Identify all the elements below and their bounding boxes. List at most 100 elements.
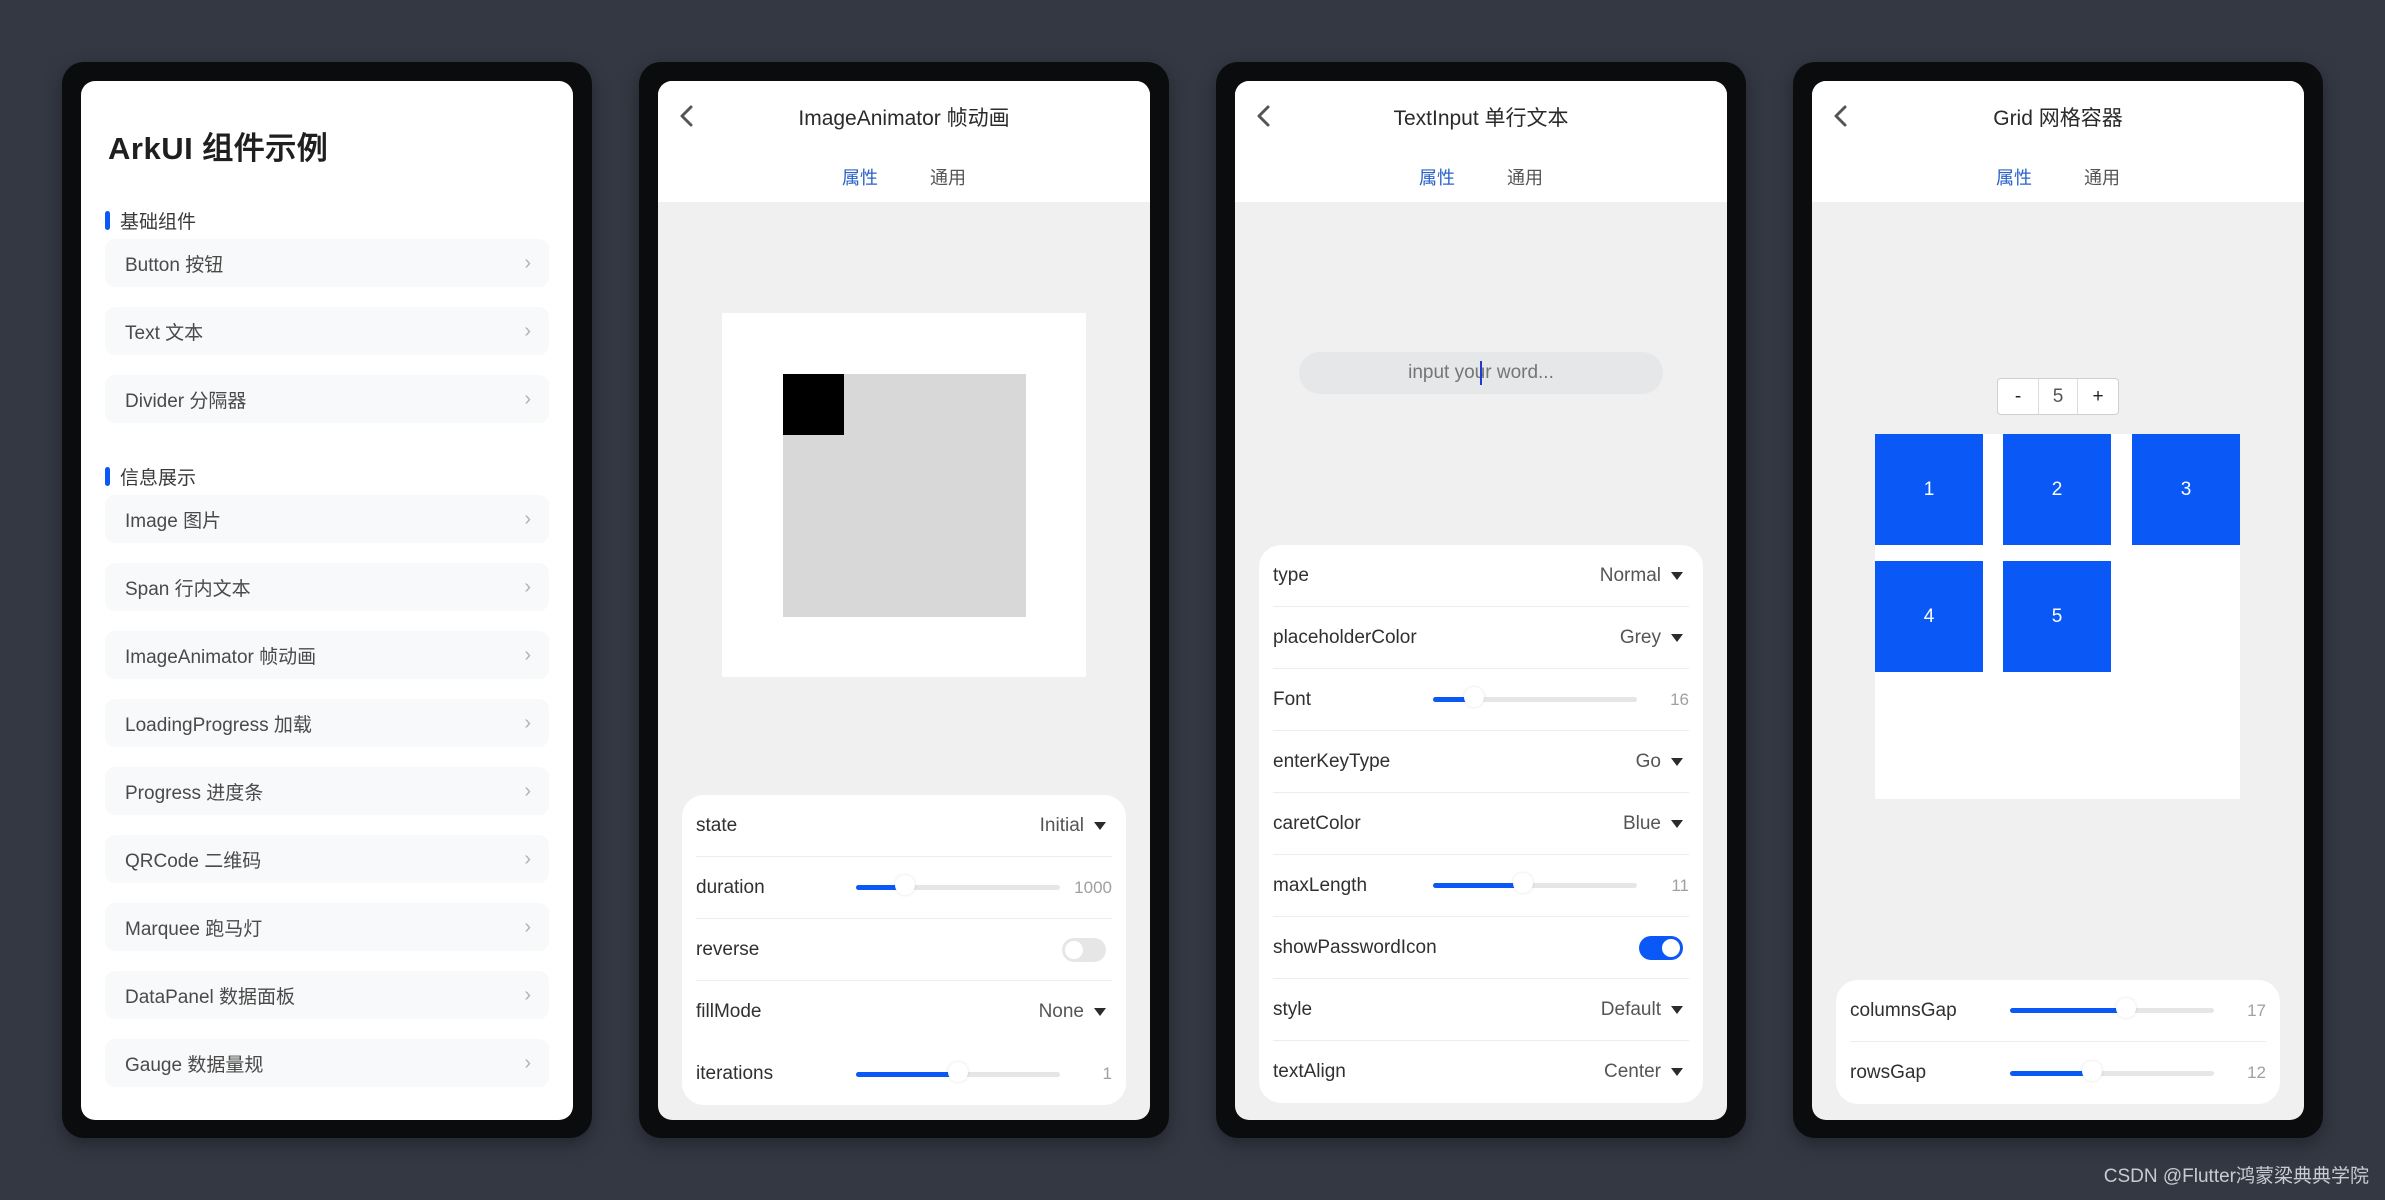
dropdown-arrow-icon (1671, 819, 1683, 828)
prop-label: Font (1273, 688, 1312, 710)
slider-thumb[interactable] (2116, 998, 2137, 1018)
dropdown-arrow-icon (1671, 757, 1683, 766)
slider-value: 11 (1671, 875, 1689, 895)
home-screen: ArkUI 组件示例 基础组件 Button 按钮 › Text 文本 › Divi… (81, 81, 573, 1120)
slider-thumb[interactable] (948, 1061, 968, 1082)
prop-label: showPasswordIcon (1273, 936, 1437, 958)
prop-row-showpasswordicon: showPasswordIcon (1273, 917, 1689, 979)
section-accent-bar (105, 467, 110, 486)
type-select[interactable]: Normal (1600, 565, 1689, 587)
state-select[interactable]: Initial (1040, 815, 1112, 837)
nav-header: TextInput 单行文本 属性 通用 (1235, 81, 1727, 202)
placeholdercolor-select[interactable]: Grey (1620, 627, 1689, 649)
tab-common[interactable]: 通用 (1507, 164, 1543, 190)
caretcolor-select[interactable]: Blue (1623, 813, 1689, 835)
list-item-label: Span 行内文本 (125, 578, 251, 600)
enterkeytype-select[interactable]: Go (1636, 751, 1689, 773)
list-item-loadingprogress[interactable]: LoadingProgress 加载 › (105, 699, 549, 747)
tab-common[interactable]: 通用 (2084, 164, 2120, 190)
slider-thumb[interactable] (1463, 687, 1484, 707)
tab-bar: 属性 通用 (658, 164, 1150, 190)
list-item-progress[interactable]: Progress 进度条 › (105, 767, 549, 815)
prop-label: maxLength (1273, 874, 1368, 896)
tab-properties[interactable]: 属性 (1419, 164, 1455, 190)
showpasswordicon-toggle[interactable] (1639, 935, 1683, 960)
list-item-label: Text 文本 (125, 322, 204, 344)
rowsgap-slider[interactable] (2010, 1060, 2214, 1081)
dropdown-arrow-icon (1094, 1008, 1106, 1016)
slider-fill (2010, 1008, 2127, 1013)
iterations-slider[interactable] (856, 1061, 1060, 1082)
increment-button[interactable]: + (2078, 379, 2118, 414)
prop-row-style: style Default (1273, 979, 1689, 1041)
grid-item: 2 (2003, 434, 2111, 545)
prop-row-maxlength: maxLength 11 (1273, 855, 1689, 917)
list-item-imageanimator[interactable]: ImageAnimator 帧动画 › (105, 631, 549, 679)
chevron-right-icon: › (524, 915, 531, 938)
chevron-right-icon: › (524, 507, 531, 530)
toggle-knob (1065, 940, 1083, 959)
section-label: 基础组件 (120, 212, 197, 233)
prop-label: duration (696, 876, 765, 898)
slider-thumb[interactable] (894, 875, 915, 895)
prop-label: textAlign (1273, 1061, 1346, 1082)
tab-properties[interactable]: 属性 (842, 164, 878, 190)
device-frame-home: ArkUI 组件示例 基础组件 Button 按钮 › Text 文本 › Divi… (62, 62, 592, 1138)
section-accent-bar (105, 211, 110, 230)
textinput-screen: TextInput 单行文本 属性 通用 type Normal placeho… (1235, 81, 1727, 1120)
list-item-datapanel[interactable]: DataPanel 数据面板 › (105, 971, 549, 1019)
slider-value: 1 (1102, 1064, 1112, 1083)
prop-label: type (1273, 564, 1309, 586)
imageanimator-screen: ImageAnimator 帧动画 属性 通用 state Initial du… (658, 81, 1150, 1120)
reverse-toggle[interactable] (1062, 937, 1106, 962)
decrement-button[interactable]: - (1998, 379, 2038, 414)
duration-slider[interactable] (856, 875, 1060, 895)
toggle-knob (1662, 938, 1680, 957)
prop-label: rowsGap (1850, 1062, 1927, 1083)
prop-label: reverse (696, 938, 760, 960)
list-item-image[interactable]: Image 图片 › (105, 495, 549, 543)
font-slider[interactable] (1433, 687, 1637, 707)
chevron-right-icon: › (524, 643, 531, 666)
columnsgap-slider[interactable] (2010, 998, 2214, 1018)
chevron-right-icon: › (524, 251, 531, 274)
device-frame-grid: Grid 网格容器 属性 通用 - 5 + 1 2 3 4 5 columnsG… (1793, 62, 2323, 1138)
select-value: None (1038, 1001, 1084, 1022)
slider-thumb[interactable] (2081, 1060, 2102, 1081)
tab-common[interactable]: 通用 (930, 164, 966, 190)
chevron-right-icon: › (524, 387, 531, 410)
textalign-select[interactable]: Center (1604, 1061, 1689, 1083)
grid-item: 5 (2003, 561, 2111, 672)
prop-row-columnsgap: columnsGap 17 (1850, 980, 2266, 1042)
list-item-qrcode[interactable]: QRCode 二维码 › (105, 835, 549, 883)
chevron-right-icon: › (524, 847, 531, 870)
prop-row-textalign: textAlign Center (1273, 1041, 1689, 1103)
list-item-label: ImageAnimator 帧动画 (125, 646, 317, 668)
maxlength-slider[interactable] (1433, 873, 1637, 893)
list-item-text[interactable]: Text 文本 › (105, 307, 549, 355)
animation-image (783, 374, 1026, 617)
properties-card: columnsGap 17 rowsGap 12 (1836, 980, 2280, 1104)
prop-row-duration: duration 1000 (696, 857, 1112, 919)
tab-bar: 属性 通用 (1812, 164, 2304, 190)
list-item-marquee[interactable]: Marquee 跑马灯 › (105, 903, 549, 951)
section-header-basic: 基础组件 (105, 207, 196, 234)
slider-thumb[interactable] (1512, 873, 1533, 893)
dropdown-arrow-icon (1671, 1005, 1683, 1014)
tab-properties[interactable]: 属性 (1996, 164, 2032, 190)
slider-value: 16 (1670, 689, 1689, 709)
tab-bar: 属性 通用 (1235, 164, 1727, 190)
chevron-right-icon: › (524, 1051, 531, 1074)
list-item-button[interactable]: Button 按钮 › (105, 239, 549, 287)
grid-container: 1 2 3 4 5 (1875, 434, 2240, 799)
list-item-span[interactable]: Span 行内文本 › (105, 563, 549, 611)
style-select[interactable]: Default (1601, 999, 1689, 1021)
prop-row-placeholdercolor: placeholderColor Grey (1273, 607, 1689, 669)
select-value: Grey (1619, 626, 1661, 648)
list-item-gauge[interactable]: Gauge 数据量规 › (105, 1039, 549, 1087)
list-item-divider[interactable]: Divider 分隔器 › (105, 375, 549, 423)
watermark: CSDN @Flutter鸿蒙梁典典学院 (2103, 1166, 2369, 1187)
fillmode-select[interactable]: None (1039, 1001, 1112, 1023)
grid-item: 1 (1875, 434, 1983, 545)
text-caret (1480, 361, 1482, 385)
